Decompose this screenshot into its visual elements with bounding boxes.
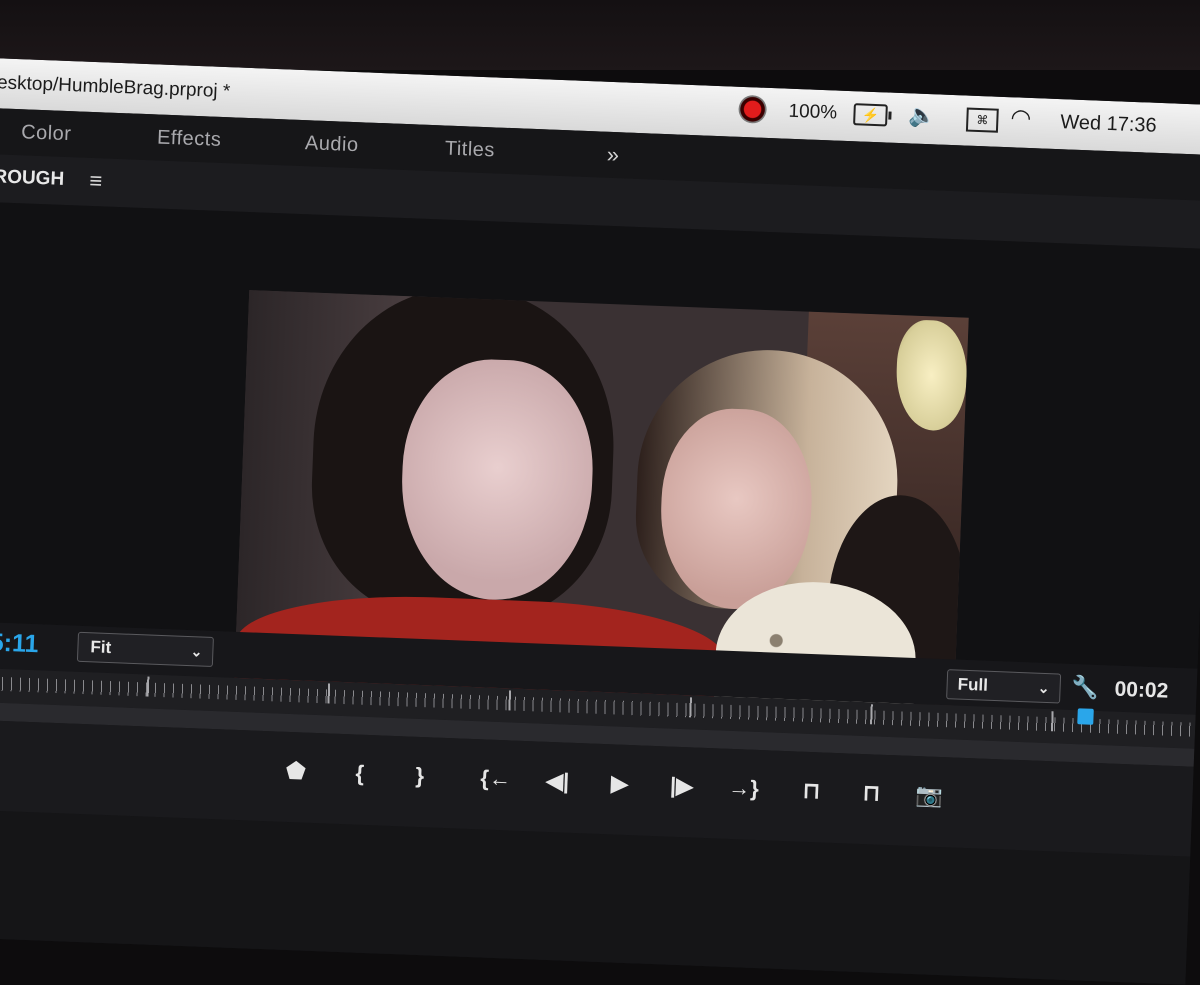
chevron-down-icon: ⌄ (1037, 679, 1050, 697)
monitor-bezel (0, 0, 1200, 70)
add-marker-button[interactable]: ⬟ (278, 758, 313, 785)
extract-button[interactable]: ⊓ (854, 780, 889, 807)
lift-button[interactable]: ⊓ (794, 777, 829, 804)
battery-percentage[interactable]: 100% (788, 101, 837, 125)
export-frame-camera-icon[interactable]: 📷 (912, 782, 947, 809)
zoom-level-value: Fit (90, 637, 112, 658)
wrench-settings-icon[interactable]: 🔧 (1071, 674, 1099, 701)
wifi-icon[interactable]: ◠ (1010, 103, 1032, 133)
tab-effects[interactable]: Effects (157, 126, 222, 151)
mark-out-button[interactable]: } (402, 762, 437, 789)
panel-menu-icon[interactable]: ≡ (89, 168, 103, 194)
step-back-button[interactable]: ◀| (540, 768, 575, 795)
record-icon[interactable] (738, 94, 768, 124)
playback-resolution-value: Full (957, 674, 989, 695)
playhead-handle[interactable] (1077, 708, 1094, 725)
go-to-in-button[interactable]: {← (478, 765, 513, 792)
screen: esktop/HumbleBrag.prproj * 100% ⚡ 🔈 ⌘ ◠ … (0, 58, 1200, 985)
menubar-clock[interactable]: Wed 17:36 (1060, 111, 1157, 138)
mark-in-button[interactable]: { (342, 760, 377, 787)
tab-titles[interactable]: Titles (444, 138, 495, 163)
chevron-down-icon: ⌄ (190, 643, 203, 660)
program-monitor-viewer (0, 201, 1200, 718)
tab-audio[interactable]: Audio (305, 132, 359, 157)
playback-resolution-select[interactable]: Full ⌄ (946, 669, 1062, 704)
tab-color[interactable]: Color (21, 121, 72, 146)
play-button[interactable]: ▶ (602, 770, 637, 797)
window-title: esktop/HumbleBrag.prproj * (0, 72, 231, 103)
step-forward-button[interactable]: |▶ (664, 772, 699, 799)
zoom-level-select[interactable]: Fit ⌄ (76, 631, 214, 668)
sequence-duration: 00:02 (1114, 677, 1169, 703)
sequence-name[interactable]: ROUGH (0, 166, 65, 191)
battery-charging-icon[interactable]: ⚡ (853, 103, 888, 127)
more-workspaces-icon[interactable]: » (606, 142, 619, 168)
go-to-out-button[interactable]: →} (726, 775, 761, 802)
playhead-timecode[interactable]: :45:11 (0, 628, 39, 660)
display-mirror-icon[interactable]: ⌘ (965, 107, 999, 133)
volume-icon[interactable]: 🔈 (908, 102, 936, 129)
